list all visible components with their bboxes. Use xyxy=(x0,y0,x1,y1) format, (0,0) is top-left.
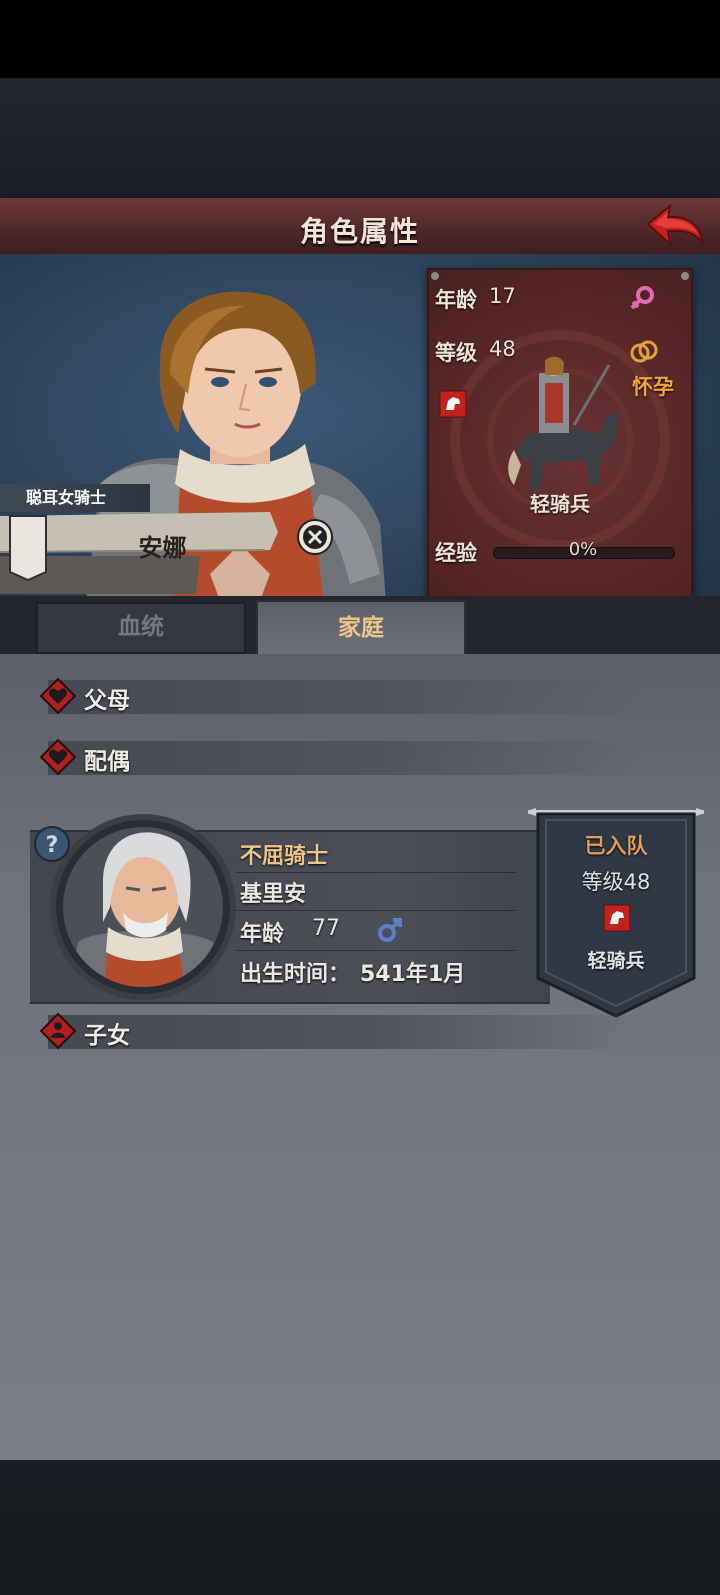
male-icon xyxy=(378,918,402,942)
ring-icon xyxy=(630,340,658,363)
spouse-name: 基里安 xyxy=(240,882,307,907)
spouse-title: 不屈骑士 xyxy=(240,844,329,869)
tab-bloodline-label: 血统 xyxy=(118,614,164,640)
spouse-unit-type: 轻骑兵 xyxy=(587,950,645,972)
age-label: 年龄 xyxy=(435,288,477,312)
party-status-banner: 已入队 等级48 轻骑兵 xyxy=(528,808,704,1020)
spouse-birth: 541年1月 xyxy=(360,962,466,987)
section-spouse: 配偶 xyxy=(30,737,670,777)
tab-family-label: 家庭 xyxy=(338,615,384,641)
spouse-label: 配偶 xyxy=(84,749,130,775)
pregnant-status: 怀孕 xyxy=(632,375,674,399)
exp-label: 经验 xyxy=(435,541,477,565)
page-title: 角色属性 xyxy=(299,215,420,248)
spouse-birth-label: 出生时间： xyxy=(240,962,351,987)
stats-card: 年龄 17 等级 48 怀孕 轻骑兵 经验 0% xyxy=(427,268,693,602)
status-bar xyxy=(0,0,720,78)
spouse-level-label: 等级 xyxy=(581,870,624,894)
header-bar: 角色属性 xyxy=(0,196,720,259)
child-icon xyxy=(39,1012,77,1050)
spouse-portrait[interactable] xyxy=(48,812,238,1002)
section-parents: 父母 xyxy=(30,676,670,716)
spouse-age: 77 xyxy=(312,916,340,941)
upper-background xyxy=(0,78,720,198)
party-status: 已入队 xyxy=(584,834,648,858)
spouse-level: 等级48 xyxy=(528,866,704,896)
tab-family[interactable]: 家庭 xyxy=(256,600,466,658)
age-value: 17 xyxy=(489,284,516,308)
tab-bloodline[interactable]: 血统 xyxy=(36,602,246,654)
hero-title-tag: 聪耳女骑士 xyxy=(0,484,150,512)
question-icon[interactable]: ? xyxy=(32,824,72,864)
section-children: 子女 xyxy=(30,1011,670,1051)
close-icon[interactable] xyxy=(296,518,334,556)
bottom-bar xyxy=(0,1460,720,1595)
exp-value: 0% xyxy=(568,539,598,560)
heart-icon xyxy=(39,738,77,776)
spouse-age-label: 年龄 xyxy=(240,922,285,947)
spouse-level-value: 48 xyxy=(623,870,651,894)
spouse-card[interactable]: ? 不屈骑士 基里安 年龄 77 出生时间： 541年1月 xyxy=(30,814,550,1004)
heart-icon xyxy=(39,677,77,715)
level-label: 等级 xyxy=(435,341,477,365)
back-arrow-icon[interactable] xyxy=(644,202,706,252)
name-banner: 安娜 xyxy=(0,512,285,594)
parents-label: 父母 xyxy=(84,688,130,714)
svg-text:?: ? xyxy=(46,833,59,858)
unit-type: 轻骑兵 xyxy=(530,492,590,516)
cavalry-figure xyxy=(508,356,619,490)
female-icon xyxy=(630,286,654,310)
horse-badge-icon xyxy=(603,904,631,932)
horse-badge-icon xyxy=(439,390,467,418)
children-label: 子女 xyxy=(84,1023,130,1049)
hero-name: 安娜 xyxy=(138,534,187,562)
